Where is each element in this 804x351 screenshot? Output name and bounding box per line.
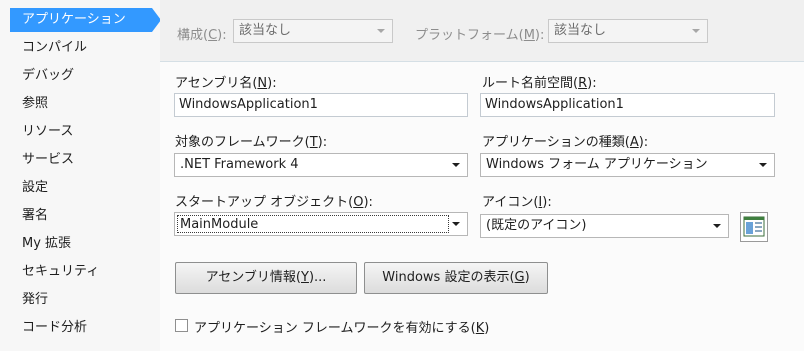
sidebar-item-label: コード分析	[22, 320, 88, 335]
sidebar-item-label: サービス	[22, 152, 75, 167]
chevron-down-icon	[452, 222, 460, 226]
enable-application-framework-label[interactable]: アプリケーション フレームワークを有効にする(K)	[194, 317, 489, 336]
sidebar-item-label: リソース	[22, 124, 74, 139]
sidebar-item-code-analysis[interactable]: コード分析	[10, 316, 150, 340]
application-icon-preview	[740, 212, 768, 242]
configuration-dropdown[interactable]: 該当なし	[233, 19, 393, 43]
focus-rectangle: MainModule	[177, 215, 449, 233]
chevron-down-icon	[692, 29, 700, 33]
chevron-down-icon	[759, 163, 767, 167]
target-framework-dropdown[interactable]: .NET Framework 4	[174, 153, 468, 177]
sidebar-item-label: My 拡張	[22, 236, 72, 251]
configuration-bar: 構成(C): 該当なし プラットフォーム(M): 該当なし	[160, 0, 804, 62]
chevron-down-icon	[713, 224, 721, 228]
view-windows-settings-button[interactable]: Windows 設定の表示(G)	[364, 262, 548, 294]
assembly-name-input[interactable]: WindowsApplication1	[174, 93, 468, 117]
sidebar-item-compile[interactable]: コンパイル	[10, 36, 150, 60]
sidebar-item-debug[interactable]: デバッグ	[10, 64, 150, 88]
application-type-label: アプリケーションの種類(A):	[482, 135, 649, 150]
icon-label: アイコン(I):	[482, 195, 552, 210]
sidebar-item-label: 署名	[22, 208, 49, 223]
platform-label: プラットフォーム(M):	[415, 28, 545, 43]
sidebar-item-publish[interactable]: 発行	[10, 288, 150, 312]
application-page: 構成(C): 該当なし プラットフォーム(M): 該当なし アセンブリ名(N):…	[160, 0, 804, 351]
sidebar-item-security[interactable]: セキュリティ	[10, 260, 150, 284]
window-icon	[743, 216, 765, 237]
chevron-down-icon	[377, 29, 385, 33]
target-framework-label: 対象のフレームワーク(T):	[175, 135, 328, 150]
sidebar-item-references[interactable]: 参照	[10, 92, 150, 116]
sidebar-item-application[interactable]: アプリケーション	[10, 8, 152, 32]
application-type-dropdown[interactable]: Windows フォーム アプリケーション	[480, 153, 775, 177]
root-namespace-label: ルート名前空間(R):	[482, 76, 597, 91]
chevron-down-icon	[452, 163, 460, 167]
sidebar-item-resources[interactable]: リソース	[10, 120, 150, 144]
icon-dropdown[interactable]: (既定のアイコン)	[480, 214, 729, 238]
root-namespace-input[interactable]: WindowsApplication1	[480, 93, 775, 117]
sidebar-item-label: デバッグ	[22, 68, 75, 83]
startup-object-label: スタートアップ オブジェクト(O):	[175, 195, 373, 210]
sidebar-item-label: コンパイル	[22, 40, 88, 55]
sidebar-item-signing[interactable]: 署名	[10, 204, 150, 228]
sidebar-item-my-extensions[interactable]: My 拡張	[10, 232, 150, 256]
sidebar-item-services[interactable]: サービス	[10, 148, 150, 172]
sidebar-item-label: アプリケーション	[22, 12, 126, 27]
sidebar-item-settings[interactable]: 設定	[10, 176, 150, 200]
assembly-info-button[interactable]: アセンブリ情報(Y)...	[175, 262, 357, 294]
sidebar-item-label: 発行	[22, 292, 49, 307]
sidebar-item-label: 設定	[22, 180, 49, 195]
assembly-name-label: アセンブリ名(N):	[175, 76, 277, 91]
enable-application-framework-checkbox[interactable]	[175, 319, 188, 332]
startup-object-dropdown[interactable]: MainModule	[174, 212, 468, 236]
sidebar-item-label: 参照	[22, 96, 49, 111]
sidebar-nav: アプリケーション コンパイル デバッグ 参照 リソース サービス 設定 署名 M…	[0, 0, 161, 351]
configuration-label: 構成(C):	[177, 28, 227, 43]
sidebar-item-label: セキュリティ	[22, 264, 100, 279]
platform-dropdown[interactable]: 該当なし	[548, 19, 708, 43]
